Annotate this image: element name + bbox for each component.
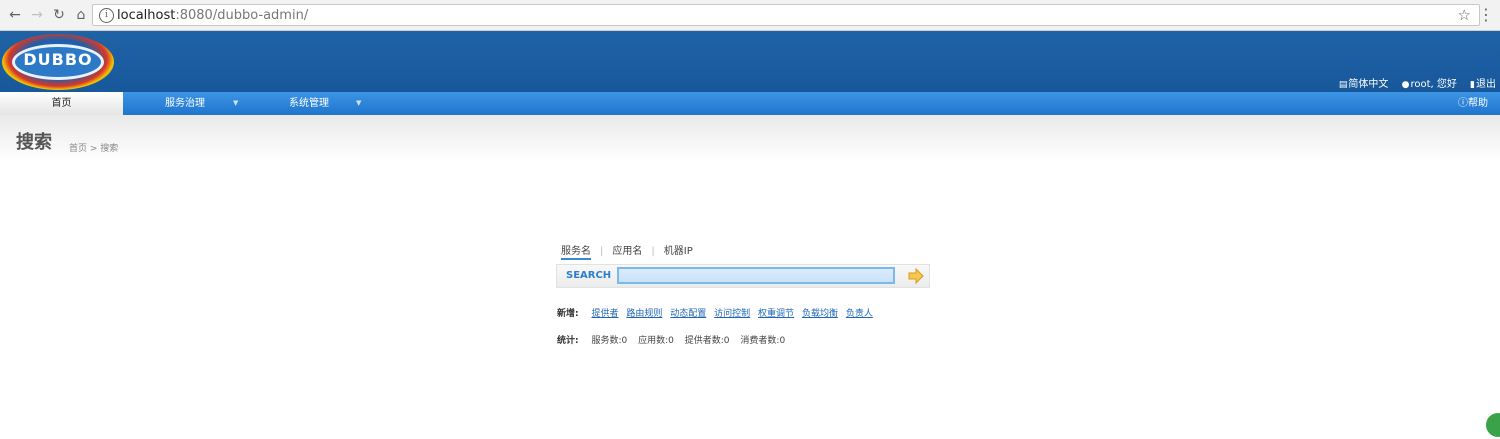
browser-chrome: ← → ↻ ⌂ i localhost:8080/dubbo-admin/ ☆ …	[0, 0, 1500, 31]
new-provider-link[interactable]: 提供者	[591, 309, 618, 319]
search-input[interactable]	[617, 267, 895, 284]
url-host: localhost	[117, 8, 176, 23]
new-weight-adjust-link[interactable]: 权重调节	[758, 309, 794, 319]
search-label: SEARCH	[566, 270, 612, 281]
new-dynamic-config-link[interactable]: 动态配置	[670, 309, 706, 319]
tab-separator: |	[600, 246, 604, 257]
logout-icon: ▮	[1470, 80, 1475, 90]
stat-services: 服务数:0	[591, 336, 628, 346]
caret-down-icon: ▼	[233, 99, 239, 107]
extension-badge-icon[interactable]	[1484, 411, 1500, 439]
menu-service-governance-label: 服务治理	[165, 98, 205, 109]
language-link[interactable]: ▤简体中文	[1339, 79, 1389, 90]
address-bar[interactable]: i localhost:8080/dubbo-admin/ ☆	[92, 4, 1480, 26]
search-tabs: 服务名 | 应用名 | 机器IP	[561, 242, 693, 260]
site-info-icon[interactable]: i	[99, 8, 114, 23]
search-bar: SEARCH	[556, 264, 930, 288]
page-title: 搜索	[16, 132, 52, 153]
user-icon: ●	[1401, 80, 1410, 90]
logout-label: 退出	[1476, 79, 1496, 90]
user-area: ▤简体中文 ●root, 您好 ▮退出	[1329, 75, 1496, 90]
new-access-control-link[interactable]: 访问控制	[714, 309, 750, 319]
dubbo-logo[interactable]: DUBBO	[2, 34, 114, 90]
menu-home-label: 首页	[51, 98, 72, 109]
menu-home[interactable]: 首页	[0, 92, 123, 115]
new-route-rule-link[interactable]: 路由规则	[626, 309, 662, 319]
stat-providers: 提供者数:0	[684, 336, 730, 346]
stats-label: 统计:	[557, 336, 579, 346]
logout-link[interactable]: ▮退出	[1470, 79, 1496, 90]
caret-down-icon: ▼	[356, 99, 362, 107]
new-load-balance-link[interactable]: 负载均衡	[802, 309, 838, 319]
tab-service-name[interactable]: 服务名	[561, 242, 591, 260]
url-path: :8080/dubbo-admin/	[175, 8, 309, 23]
help-label: 帮助	[1468, 98, 1488, 109]
language-label: 简体中文	[1348, 79, 1389, 90]
app-header: DUBBO ▤简体中文 ●root, 您好 ▮退出	[0, 31, 1500, 92]
back-icon[interactable]: ←	[6, 6, 24, 24]
bookmark-star-icon[interactable]: ☆	[1458, 6, 1471, 24]
help-link[interactable]: ⓘ帮助	[1458, 92, 1488, 115]
main-menu: 首页 服务治理 ▼ 系统管理 ▼ ⓘ帮助	[0, 92, 1500, 115]
forward-icon[interactable]: →	[28, 6, 46, 24]
tab-separator: |	[651, 246, 655, 257]
search-arrow-icon[interactable]	[907, 267, 925, 285]
breadcrumb: 首页 > 搜索	[69, 144, 119, 154]
title-band	[0, 115, 1500, 161]
reload-icon[interactable]: ↻	[50, 6, 68, 24]
tab-machine-ip[interactable]: 机器IP	[664, 242, 693, 257]
new-owner-link[interactable]: 负责人	[846, 309, 873, 319]
menu-service-governance[interactable]: 服务治理 ▼	[123, 92, 247, 115]
new-items-label: 新增:	[557, 309, 579, 319]
browser-menu-icon[interactable]: ⋮	[1478, 5, 1494, 24]
document-icon: ▤	[1338, 80, 1348, 90]
home-icon[interactable]: ⌂	[72, 6, 90, 24]
tab-application-name[interactable]: 应用名	[612, 242, 642, 257]
stat-consumers: 消费者数:0	[740, 336, 786, 346]
stat-apps: 应用数:0	[638, 336, 674, 346]
url-text[interactable]: localhost:8080/dubbo-admin/	[117, 8, 308, 23]
menu-system-management[interactable]: 系统管理 ▼	[247, 92, 371, 115]
stats-row: 统计: 服务数:0 应用数:0 提供者数:0 消费者数:0	[557, 333, 793, 346]
user-name: root, 您好	[1410, 79, 1457, 90]
help-icon: ⓘ	[1458, 98, 1468, 109]
menu-system-management-label: 系统管理	[289, 98, 329, 109]
user-greeting: ●root, 您好	[1402, 79, 1457, 90]
logo-text: DUBBO	[23, 50, 93, 69]
new-items-row: 新增: 提供者 路由规则 动态配置 访问控制 权重调节 负载均衡 负责人	[557, 306, 878, 319]
